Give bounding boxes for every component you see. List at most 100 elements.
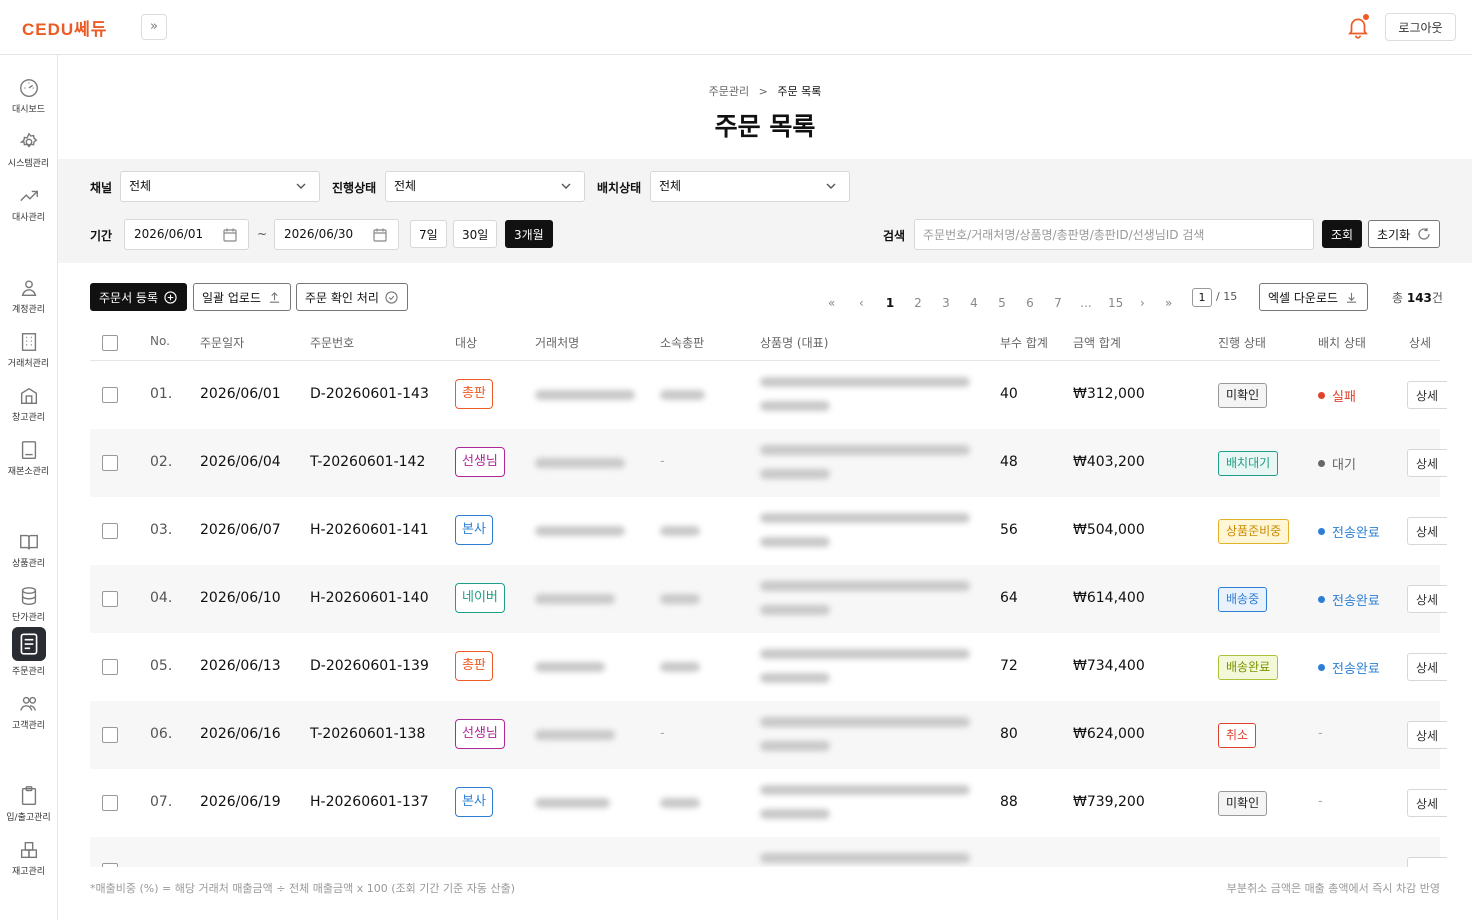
calendar-icon [223, 228, 237, 242]
row-checkbox[interactable] [102, 659, 118, 675]
sidebar-item-bindery[interactable]: 재본소관리 [0, 435, 57, 487]
product-name-redacted [760, 649, 970, 659]
sidebar-item-orders[interactable]: 주문관리 [0, 627, 57, 679]
prev-page-icon[interactable]: ‹ [859, 296, 864, 310]
progress-value: 전체 [394, 179, 417, 193]
row-checkbox[interactable] [102, 795, 118, 811]
excel-download-button[interactable]: 엑셀 다운로드 [1259, 283, 1368, 311]
row-order-no[interactable]: T-20260601-142 [310, 454, 425, 470]
product-name-redacted-line2 [760, 741, 830, 751]
download-icon [1346, 292, 1357, 303]
chevron-down-icon [296, 183, 306, 189]
detail-button[interactable]: 상세 [1407, 653, 1447, 681]
sidebar-item-label: 상품관리 [11, 559, 46, 569]
row-checkbox[interactable] [102, 727, 118, 743]
sidebar-expand-button[interactable]: » [141, 14, 167, 40]
table-row[interactable]: 06. 2026/06/16 T-20260601-138 선생님 - 80 ₩624,00… [90, 701, 1447, 769]
target-tag: 선생님 [455, 719, 505, 749]
row-checkbox[interactable] [102, 455, 118, 471]
table-row[interactable]: 04. 2026/06/10 H-20260601-140 네이버 64 ₩614,400… [90, 565, 1447, 633]
page-6[interactable]: 6 [1022, 296, 1038, 310]
last-page-icon[interactable]: » [1165, 296, 1172, 310]
notification-bell-icon[interactable] [1345, 14, 1371, 40]
first-page-icon[interactable]: « [828, 296, 835, 310]
chevron-down-icon [561, 183, 571, 189]
row-checkbox[interactable] [102, 387, 118, 403]
logout-button[interactable]: 로그아웃 [1385, 13, 1456, 41]
sidebar-item-label: 대시보드 [11, 105, 46, 115]
detail-button[interactable]: 상세 [1407, 381, 1447, 409]
table-row[interactable]: 03. 2026/06/07 H-20260601-141 본사 56 ₩504,000 상… [90, 497, 1447, 565]
search-input[interactable] [914, 219, 1314, 250]
sidebar-item-warehouse[interactable]: 창고관리 [0, 381, 57, 433]
product-name-redacted [760, 785, 970, 795]
sidebar-item-reconcile[interactable]: 대사관리 [0, 181, 57, 233]
preset-7days-button[interactable]: 7일 [410, 220, 447, 248]
date-to-input[interactable]: 2026/06/30 [274, 219, 399, 250]
row-order-no[interactable]: H-20260601-140 [310, 590, 429, 606]
row-checkbox[interactable] [102, 863, 118, 867]
target-tag: 총판 [455, 379, 493, 409]
table-row[interactable]: 01. 2026/06/01 D-20260601-143 총판 40 ₩312,000 미… [90, 361, 1447, 429]
detail-button[interactable]: 상세 [1407, 449, 1447, 477]
page-15[interactable]: 15 [1108, 296, 1123, 310]
sidebar-item-products[interactable]: 상품관리 [0, 527, 57, 579]
table-row[interactable]: 07. 2026/06/19 H-20260601-137 본사 88 ₩739,200 미… [90, 769, 1447, 837]
preset-3months-button[interactable]: 3개월 [505, 220, 553, 248]
page-1[interactable]: 1 [882, 296, 898, 310]
sidebar-item-prices[interactable]: 단가관리 [0, 581, 57, 633]
footer-note-right: 부분취소 금액은 매출 총액에서 즉시 차감 반영 [1226, 882, 1440, 895]
sidebar-item-inventory[interactable]: 재고관리 [0, 835, 57, 887]
channel-select[interactable]: 전체 [120, 171, 320, 202]
channel-value: 전체 [129, 179, 152, 193]
reset-button[interactable]: 초기화 [1368, 220, 1440, 248]
row-no: 04. [150, 590, 173, 606]
row-checkbox[interactable] [102, 591, 118, 607]
detail-button[interactable]: 상세 [1407, 721, 1447, 749]
logo[interactable]: CEDU쎄듀 [22, 15, 107, 40]
next-page-icon[interactable]: › [1140, 296, 1145, 310]
table-row[interactable]: 02. 2026/06/04 T-20260601-142 선생님 - 48 ₩403,20… [90, 429, 1447, 497]
page-3[interactable]: 3 [938, 296, 954, 310]
sidebar-item-clients[interactable]: 거래처관리 [0, 327, 57, 379]
detail-button[interactable]: 상세 [1407, 585, 1447, 613]
search-button[interactable]: 조회 [1322, 220, 1362, 248]
row-date: 2026/06/13 [200, 658, 281, 674]
page-5[interactable]: 5 [994, 296, 1010, 310]
date-from-input[interactable]: 2026/06/01 [124, 219, 249, 250]
row-order-no[interactable]: H-20260601-137 [310, 794, 429, 810]
chevron-down-icon [826, 183, 836, 189]
sidebar-item-accounts[interactable]: 계정관리 [0, 273, 57, 325]
row-checkbox[interactable] [102, 523, 118, 539]
row-order-no[interactable]: D-20260601-139 [310, 658, 429, 674]
distributor-empty: - [660, 726, 665, 741]
row-order-no[interactable]: T-20260601-138 [310, 726, 425, 742]
register-order-button[interactable]: 주문서 등록 [90, 283, 187, 311]
progress-select[interactable]: 전체 [385, 171, 585, 202]
row-order-no[interactable]: H-20260601-141 [310, 522, 429, 538]
batch-status: 실패 [1332, 390, 1356, 405]
page-2[interactable]: 2 [910, 296, 926, 310]
sidebar-item-dashboard[interactable]: 대시보드 [0, 73, 57, 125]
breadcrumb-parent[interactable]: 주문관리 [709, 85, 749, 98]
page-input[interactable]: 1 [1192, 288, 1212, 307]
target-tag: 본사 [455, 787, 493, 817]
bulk-upload-button[interactable]: 일괄 업로드 [193, 283, 291, 311]
preset-30days-button[interactable]: 30일 [453, 220, 498, 248]
detail-button[interactable] [1407, 857, 1447, 867]
clipboard-icon [21, 786, 36, 805]
sidebar-item-system[interactable]: 시스템관리 [0, 127, 57, 179]
page-7[interactable]: 7 [1050, 296, 1066, 310]
detail-button[interactable]: 상세 [1407, 789, 1447, 817]
row-date: 2026/06/19 [200, 794, 281, 810]
row-order-no[interactable]: D-20260601-143 [310, 386, 429, 402]
confirm-order-button[interactable]: 주문 확인 처리 [296, 283, 408, 311]
table-row[interactable]: 05. 2026/06/13 D-20260601-139 총판 72 ₩734,400 배… [90, 633, 1447, 701]
detail-button[interactable]: 상세 [1407, 517, 1447, 545]
sidebar-item-inout[interactable]: 입/출고관리 [0, 781, 57, 833]
select-all-checkbox[interactable] [102, 335, 118, 351]
page-4[interactable]: 4 [966, 296, 982, 310]
batch-select[interactable]: 전체 [650, 171, 850, 202]
page-ellipsis: ... [1080, 296, 1092, 310]
sidebar-item-customers[interactable]: 고객관리 [0, 689, 57, 741]
